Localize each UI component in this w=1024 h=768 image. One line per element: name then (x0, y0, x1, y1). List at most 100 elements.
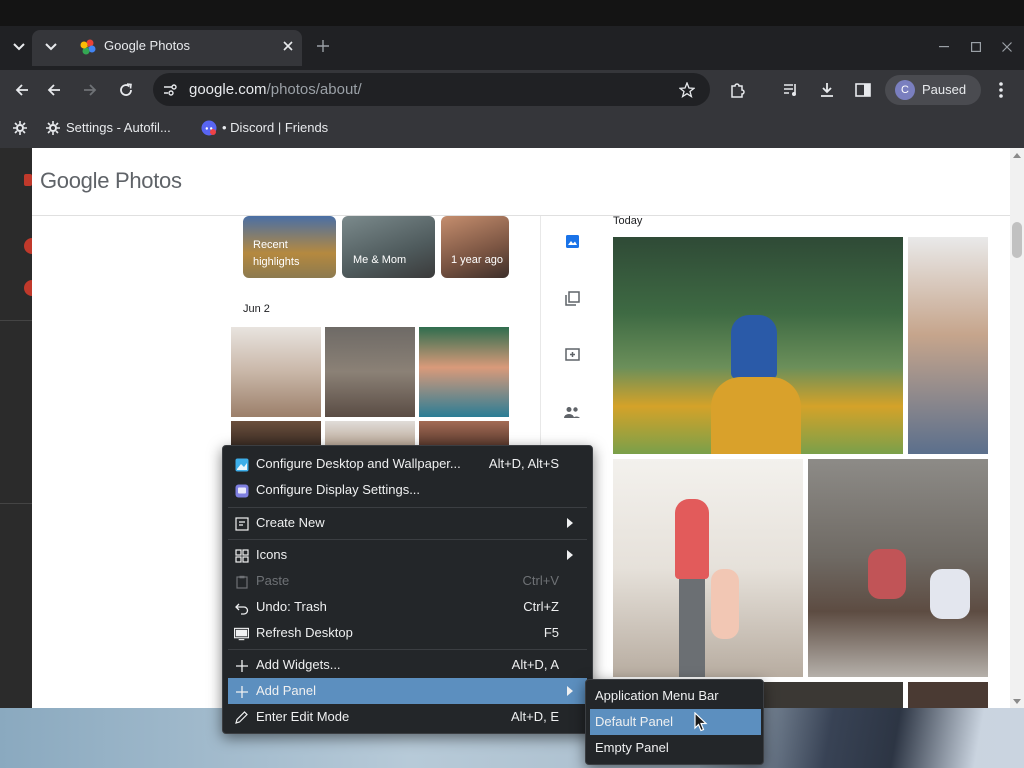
downloads-icon[interactable] (817, 80, 837, 100)
avatar: C (895, 80, 915, 100)
forward-icon[interactable] (81, 81, 99, 99)
maximize-window-icon[interactable] (968, 40, 984, 54)
menu-item-label: Configure Desktop and Wallpaper... (256, 456, 461, 471)
tab-title: Google Photos (104, 38, 191, 53)
menu-item-label: Add Panel (256, 683, 316, 698)
menu-item-label: Create New (256, 515, 325, 530)
back-icon[interactable] (45, 81, 63, 99)
menu-separator (228, 507, 587, 508)
people-icon[interactable] (563, 403, 581, 421)
menu-item-add-panel[interactable]: Add Panel (228, 678, 587, 704)
menu-item-shortcut: Alt+D, A (511, 657, 559, 672)
menu-item-label: Undo: Trash (256, 599, 327, 614)
bookmark-discord[interactable]: • Discord | Friends (222, 120, 328, 135)
highlight-label: Recent highlights (253, 239, 300, 268)
sharing-icon[interactable] (563, 346, 581, 364)
plus-icon (234, 658, 249, 673)
add-panel-submenu: Application Menu Bar Default Panel Empty… (585, 679, 764, 765)
minimize-window-icon[interactable] (936, 40, 952, 54)
site-settings-icon[interactable] (161, 81, 179, 99)
menu-item-shortcut: Alt+D, E (510, 709, 559, 724)
photo-tile[interactable] (908, 237, 988, 454)
photo-thumbnail[interactable] (231, 421, 321, 446)
date-heading: Jun 2 (243, 303, 270, 315)
logo-photos: Photos (114, 168, 182, 193)
grid-icon (234, 548, 249, 563)
scroll-down-icon[interactable] (1012, 696, 1022, 706)
menu-separator (228, 649, 587, 650)
paste-icon (234, 574, 249, 589)
photo-tile[interactable] (808, 459, 988, 677)
submenu-item-empty-panel[interactable]: Empty Panel (590, 735, 761, 761)
discord-icon (200, 119, 218, 137)
mouse-cursor-icon (694, 711, 708, 737)
photo-tile[interactable] (613, 459, 803, 677)
photo-thumbnail[interactable] (419, 327, 509, 417)
undo-icon (234, 600, 249, 615)
photo-thumbnail[interactable] (325, 327, 415, 417)
menu-separator (228, 539, 587, 540)
highlight-thumbnail (441, 216, 509, 278)
scrollbar-thumb[interactable] (1012, 222, 1022, 258)
more-menu-icon[interactable] (993, 80, 1009, 100)
submenu-arrow-icon (567, 550, 573, 560)
photo-thumbnail[interactable] (231, 327, 321, 417)
close-tab-icon[interactable] (280, 38, 296, 54)
side-panel-icon[interactable] (853, 80, 873, 100)
photo-tile[interactable] (760, 682, 903, 708)
menu-item-icons[interactable]: Icons (228, 542, 587, 568)
google-photos-logo[interactable]: Google Photos (40, 168, 182, 194)
background-gear-icon (11, 119, 29, 137)
settings-gear-icon (44, 119, 62, 137)
menu-item-undo-trash[interactable]: Undo: Trash Ctrl+Z (228, 594, 587, 620)
close-window-icon[interactable] (999, 40, 1015, 54)
scroll-up-icon[interactable] (1012, 150, 1022, 160)
refresh-desktop-icon (234, 626, 249, 641)
menu-item-add-widgets[interactable]: Add Widgets... Alt+D, A (228, 652, 587, 678)
menu-item-refresh-desktop[interactable]: Refresh Desktop F5 (228, 620, 587, 646)
url-text[interactable]: google.com/photos/about/ (189, 81, 362, 98)
background-window (0, 148, 32, 710)
menu-item-label: Enter Edit Mode (256, 709, 350, 724)
photo-thumbnail[interactable] (419, 421, 509, 446)
background-back-arrow-icon (13, 81, 31, 99)
desktop-context-menu: Configure Desktop and Wallpaper... Alt+D… (222, 445, 593, 734)
photo-tile[interactable] (613, 237, 903, 454)
pencil-icon (234, 710, 249, 725)
date-heading: Today (613, 215, 643, 227)
menu-item-label: Refresh Desktop (256, 625, 353, 640)
submenu-arrow-icon (567, 518, 573, 528)
menu-item-label: Add Widgets... (256, 657, 341, 672)
menu-item-shortcut: Ctrl+V (522, 573, 559, 588)
highlight-label: Me & Mom (353, 254, 407, 266)
menu-item-label: Icons (256, 547, 288, 562)
logo-google: Google (40, 168, 110, 193)
photos-tab-icon[interactable] (563, 232, 581, 250)
url-path: /photos/about/ (266, 81, 362, 98)
bookmark-settings-autofill[interactable]: Settings - Autofil... (66, 120, 171, 135)
tab-list-chevron-icon[interactable] (42, 38, 60, 56)
bookmark-star-icon[interactable] (677, 80, 697, 100)
google-photos-favicon-icon (79, 38, 97, 56)
reload-icon[interactable] (117, 81, 135, 99)
menu-item-configure-desktop[interactable]: Configure Desktop and Wallpaper... Alt+D… (228, 451, 587, 477)
menu-item-paste[interactable]: Paste Ctrl+V (228, 568, 587, 594)
library-icon[interactable] (563, 289, 581, 307)
photo-tile[interactable] (908, 682, 988, 708)
menu-item-configure-display[interactable]: Configure Display Settings... (228, 477, 587, 503)
submenu-item-default-panel[interactable]: Default Panel (590, 709, 761, 735)
wallpaper-icon (234, 457, 249, 472)
menu-item-enter-edit-mode[interactable]: Enter Edit Mode Alt+D, E (228, 704, 587, 730)
menu-item-shortcut: Ctrl+Z (523, 599, 559, 614)
new-tab-icon[interactable] (315, 38, 331, 54)
photo-thumbnail[interactable] (325, 421, 415, 446)
highlight-thumbnail (342, 216, 435, 278)
extensions-icon[interactable] (727, 80, 747, 100)
media-controls-icon[interactable] (781, 80, 801, 100)
display-icon (234, 483, 249, 498)
screen-top-strip (0, 0, 1024, 26)
submenu-item-application-menu-bar[interactable]: Application Menu Bar (590, 683, 761, 709)
menu-item-create-new[interactable]: Create New (228, 510, 587, 536)
tab-search-icon[interactable] (10, 38, 28, 56)
submenu-item-label: Empty Panel (595, 740, 669, 755)
